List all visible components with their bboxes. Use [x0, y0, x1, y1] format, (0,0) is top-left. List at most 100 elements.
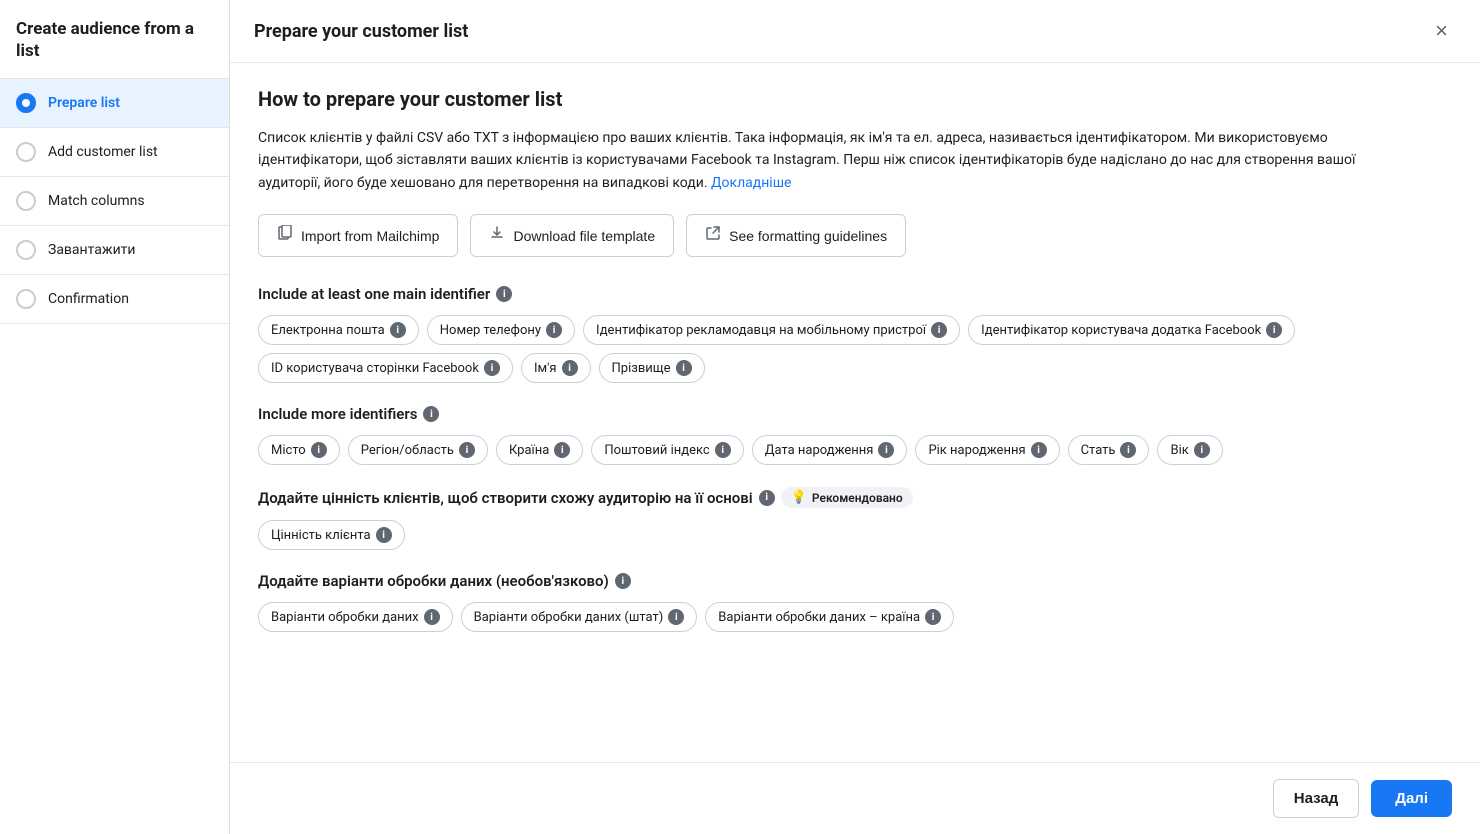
data-processing-section: Додайте варіанти обробки даних (необов'я…: [258, 572, 1452, 632]
sidebar-circle-confirmation: [16, 289, 36, 309]
data-processing-info-icon[interactable]: i: [615, 573, 631, 589]
tag[interactable]: Поштовий індекс i: [591, 435, 743, 465]
tag-label: Ім'я: [534, 361, 557, 376]
download-template-label: Download file template: [513, 228, 655, 244]
tag[interactable]: Ідентифікатор користувача додатка Facebo…: [968, 315, 1295, 345]
main-panel: Prepare your customer list × How to prep…: [230, 0, 1480, 834]
sidebar-circle-upload: [16, 240, 36, 260]
tag[interactable]: Країна i: [496, 435, 583, 465]
tag-label: Рік народження: [928, 443, 1025, 458]
tag[interactable]: Ім'я i: [521, 353, 591, 383]
tag-info-icon[interactable]: i: [668, 609, 684, 625]
tag-label: Варіанти обробки даних – країна: [718, 610, 920, 625]
section-title: How to prepare your customer list: [258, 87, 1452, 111]
sidebar-item-prepare-list[interactable]: Prepare list: [0, 79, 229, 128]
tag[interactable]: Варіанти обробки даних (штат) i: [461, 602, 698, 632]
tag[interactable]: Номер телефону i: [427, 315, 575, 345]
description-body: Список клієнтів у файлі CSV або TXT з ін…: [258, 130, 1355, 191]
sidebar-item-upload[interactable]: Завантажити: [0, 226, 229, 275]
customer-value-label: Додайте цінність клієнтів, щоб створити …: [258, 487, 1452, 508]
description-link[interactable]: Докладніше: [711, 175, 791, 191]
sidebar-label-add-customer-list: Add customer list: [48, 144, 158, 160]
tag-info-icon[interactable]: i: [878, 442, 894, 458]
formatting-guidelines-button[interactable]: See formatting guidelines: [686, 214, 906, 257]
tag-info-icon[interactable]: i: [1031, 442, 1047, 458]
download-template-icon: [489, 225, 505, 246]
customer-value-tags: Цінність клієнта i: [258, 520, 1452, 550]
sidebar-label-confirmation: Confirmation: [48, 291, 129, 307]
tag[interactable]: Електронна пошта i: [258, 315, 419, 345]
tag-label: Прізвище: [612, 361, 671, 376]
sidebar-item-match-columns[interactable]: Match columns: [0, 177, 229, 226]
tag[interactable]: Вік i: [1157, 435, 1222, 465]
tag-info-icon[interactable]: i: [459, 442, 475, 458]
tag-info-icon[interactable]: i: [546, 322, 562, 338]
tag-label: Місто: [271, 443, 306, 458]
tag[interactable]: Варіанти обробки даних – країна i: [705, 602, 954, 632]
sidebar-label-upload: Завантажити: [48, 242, 135, 258]
tag[interactable]: Місто i: [258, 435, 340, 465]
main-content: How to prepare your customer list Список…: [230, 63, 1480, 762]
main-identifier-label: Include at least one main identifier i: [258, 285, 1452, 303]
tag[interactable]: ID користувача сторінки Facebook i: [258, 353, 513, 383]
import-mailchimp-icon: [277, 225, 293, 246]
tag-label: ID користувача сторінки Facebook: [271, 361, 479, 376]
tag-label: Вік: [1170, 443, 1188, 458]
tag-label: Цінність клієнта: [271, 528, 371, 543]
main-identifiers-tags: Електронна пошта i Номер телефону i Іден…: [258, 315, 1452, 383]
formatting-guidelines-icon: [705, 225, 721, 246]
sidebar-circle-add-customer-list: [16, 142, 36, 162]
sidebar-label-prepare-list: Prepare list: [48, 95, 120, 111]
sidebar-circle-match-columns: [16, 191, 36, 211]
tag[interactable]: Прізвище i: [599, 353, 705, 383]
tag-info-icon[interactable]: i: [715, 442, 731, 458]
tag-info-icon[interactable]: i: [676, 360, 692, 376]
tag-label: Дата народження: [765, 443, 874, 458]
tag-info-icon[interactable]: i: [1266, 322, 1282, 338]
tag[interactable]: Стать i: [1068, 435, 1150, 465]
tag[interactable]: Варіанти обробки даних i: [258, 602, 453, 632]
tag-info-icon[interactable]: i: [1120, 442, 1136, 458]
customer-value-info-icon[interactable]: i: [759, 490, 775, 506]
back-button[interactable]: Назад: [1273, 779, 1359, 818]
main-identifiers-section: Include at least one main identifier i Е…: [258, 285, 1452, 383]
tag[interactable]: Дата народження i: [752, 435, 908, 465]
tag-info-icon[interactable]: i: [311, 442, 327, 458]
more-identifier-info-icon[interactable]: i: [423, 406, 439, 422]
sidebar-item-add-customer-list[interactable]: Add customer list: [0, 128, 229, 177]
tag[interactable]: Ідентифікатор рекламодавця на мобільному…: [583, 315, 960, 345]
import-mailchimp-button[interactable]: Import from Mailchimp: [258, 214, 458, 257]
more-identifiers-section: Include more identifiers i Місто i Регіо…: [258, 405, 1452, 465]
main-identifier-info-icon[interactable]: i: [496, 286, 512, 302]
next-button[interactable]: Далі: [1371, 780, 1452, 817]
tag-info-icon[interactable]: i: [390, 322, 406, 338]
tag-info-icon[interactable]: i: [562, 360, 578, 376]
tag-label: Стать: [1081, 443, 1116, 458]
tag-info-icon[interactable]: i: [424, 609, 440, 625]
tag-info-icon[interactable]: i: [931, 322, 947, 338]
data-processing-tags: Варіанти обробки даних i Варіанти обробк…: [258, 602, 1452, 632]
action-buttons-row: Import from Mailchimp Download file temp…: [258, 214, 1452, 257]
tag-label: Ідентифікатор користувача додатка Facebo…: [981, 323, 1261, 338]
tag-info-icon[interactable]: i: [925, 609, 941, 625]
tag-info-icon[interactable]: i: [376, 527, 392, 543]
tag-info-icon[interactable]: i: [484, 360, 500, 376]
customer-value-section: Додайте цінність клієнтів, щоб створити …: [258, 487, 1452, 550]
main-footer: Назад Далі: [230, 762, 1480, 834]
download-template-button[interactable]: Download file template: [470, 214, 674, 257]
sidebar-item-confirmation[interactable]: Confirmation: [0, 275, 229, 324]
tag[interactable]: Цінність клієнта i: [258, 520, 405, 550]
tag-info-icon[interactable]: i: [554, 442, 570, 458]
close-button[interactable]: ×: [1427, 16, 1456, 46]
tag[interactable]: Рік народження i: [915, 435, 1059, 465]
main-header-title: Prepare your customer list: [254, 21, 468, 42]
tag-info-icon[interactable]: i: [1194, 442, 1210, 458]
import-mailchimp-label: Import from Mailchimp: [301, 228, 439, 244]
tag-label: Варіанти обробки даних: [271, 610, 419, 625]
tag-label: Варіанти обробки даних (штат): [474, 610, 664, 625]
tag-label: Країна: [509, 443, 549, 458]
data-processing-label: Додайте варіанти обробки даних (необов'я…: [258, 572, 1452, 590]
tag[interactable]: Регіон/область i: [348, 435, 488, 465]
tag-label: Ідентифікатор рекламодавця на мобільному…: [596, 323, 926, 338]
bulb-icon: 💡: [791, 490, 807, 505]
